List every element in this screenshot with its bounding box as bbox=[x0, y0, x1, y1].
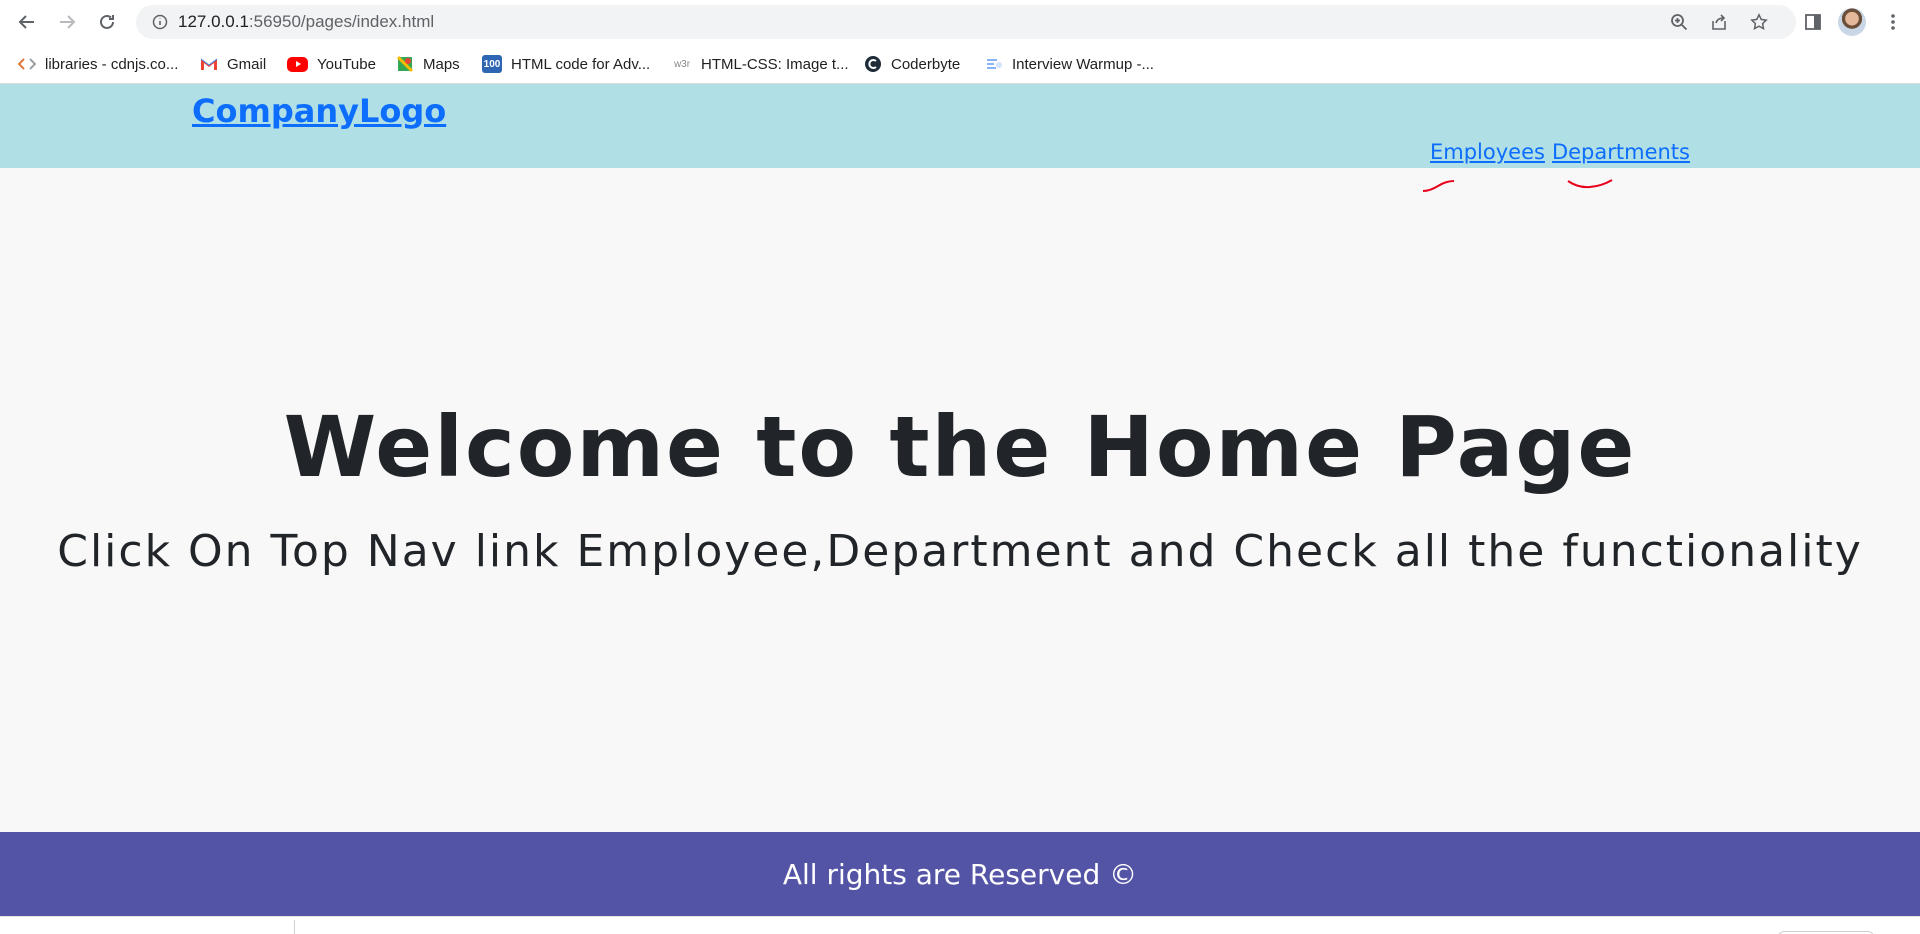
bookmark-cdnjs[interactable]: libraries - cdnjs.co... bbox=[18, 52, 178, 76]
bottom-strip bbox=[0, 916, 1920, 934]
company-logo-link[interactable]: CompanyLogo bbox=[192, 92, 446, 130]
w3r-icon: w3r bbox=[673, 58, 691, 70]
zoom-icon[interactable] bbox=[1668, 11, 1690, 33]
coderbyte-icon bbox=[864, 55, 882, 73]
bookmark-interview-warmup[interactable]: Interview Warmup -... bbox=[985, 52, 1154, 76]
hero-section: Welcome to the Home Page Click On Top Na… bbox=[0, 168, 1920, 832]
interview-warmup-icon bbox=[985, 55, 1003, 73]
youtube-icon bbox=[287, 56, 308, 72]
bookmark-youtube[interactable]: YouTube bbox=[287, 52, 376, 76]
url-host: 127.0.0.1 bbox=[178, 12, 249, 31]
page-title: Welcome to the Home Page bbox=[283, 398, 1637, 496]
star-bookmark-icon[interactable] bbox=[1748, 11, 1770, 33]
gmail-icon bbox=[200, 55, 218, 73]
copyright-text: All rights are Reserved © bbox=[782, 857, 1138, 891]
bookmark-html-css[interactable]: w3r HTML-CSS: Image t... bbox=[672, 52, 849, 76]
url-path: :56950/pages/index.html bbox=[248, 12, 435, 31]
back-arrow-icon[interactable] bbox=[14, 9, 40, 35]
bookmark-label: Gmail bbox=[227, 55, 267, 73]
more-menu-icon[interactable] bbox=[1880, 9, 1906, 35]
site-header: CompanyLogo Employees Departments bbox=[0, 84, 1920, 168]
bookmark-gmail[interactable]: Gmail bbox=[200, 52, 266, 76]
nav-link-departments[interactable]: Departments bbox=[1552, 140, 1690, 164]
bookmark-label: Maps bbox=[423, 55, 460, 73]
page-subtitle: Click On Top Nav link Employee,Departmen… bbox=[57, 526, 1863, 577]
bookmark-label: HTML-CSS: Image t... bbox=[701, 55, 849, 73]
info-icon[interactable] bbox=[150, 12, 170, 32]
side-panel-icon[interactable] bbox=[1800, 9, 1826, 35]
share-icon[interactable] bbox=[1708, 11, 1730, 33]
bookmarks-bar: libraries - cdnjs.co... Gmail YouTube Ma… bbox=[0, 44, 1920, 84]
reload-icon[interactable] bbox=[94, 9, 120, 35]
divider bbox=[294, 920, 295, 934]
address-bar[interactable]: 127.0.0.1:56950/pages/index.html bbox=[136, 5, 1796, 39]
bookmark-label: libraries - cdnjs.co... bbox=[45, 55, 179, 73]
bookmark-label: Coderbyte bbox=[891, 55, 961, 73]
site-footer: All rights are Reserved © bbox=[0, 832, 1920, 916]
maps-icon bbox=[396, 55, 414, 73]
url-text[interactable]: 127.0.0.1:56950/pages/index.html bbox=[178, 12, 434, 32]
browser-toolbar: 127.0.0.1:56950/pages/index.html bbox=[0, 0, 1920, 44]
nav-link-employees[interactable]: Employees bbox=[1430, 140, 1545, 164]
code-icon bbox=[18, 55, 36, 73]
badge-100-icon: 100 bbox=[482, 55, 502, 73]
forward-arrow-icon[interactable] bbox=[54, 9, 80, 35]
bookmark-label: HTML code for Adv... bbox=[511, 55, 651, 73]
bookmark-maps[interactable]: Maps bbox=[396, 52, 460, 76]
top-nav: Employees Departments bbox=[1430, 140, 1690, 164]
bookmark-label: YouTube bbox=[317, 55, 376, 73]
bookmark-html-code[interactable]: 100 HTML code for Adv... bbox=[482, 52, 650, 76]
bookmark-label: Interview Warmup -... bbox=[1012, 55, 1154, 73]
bookmark-coderbyte[interactable]: Coderbyte bbox=[864, 52, 960, 76]
profile-avatar[interactable] bbox=[1838, 8, 1866, 36]
